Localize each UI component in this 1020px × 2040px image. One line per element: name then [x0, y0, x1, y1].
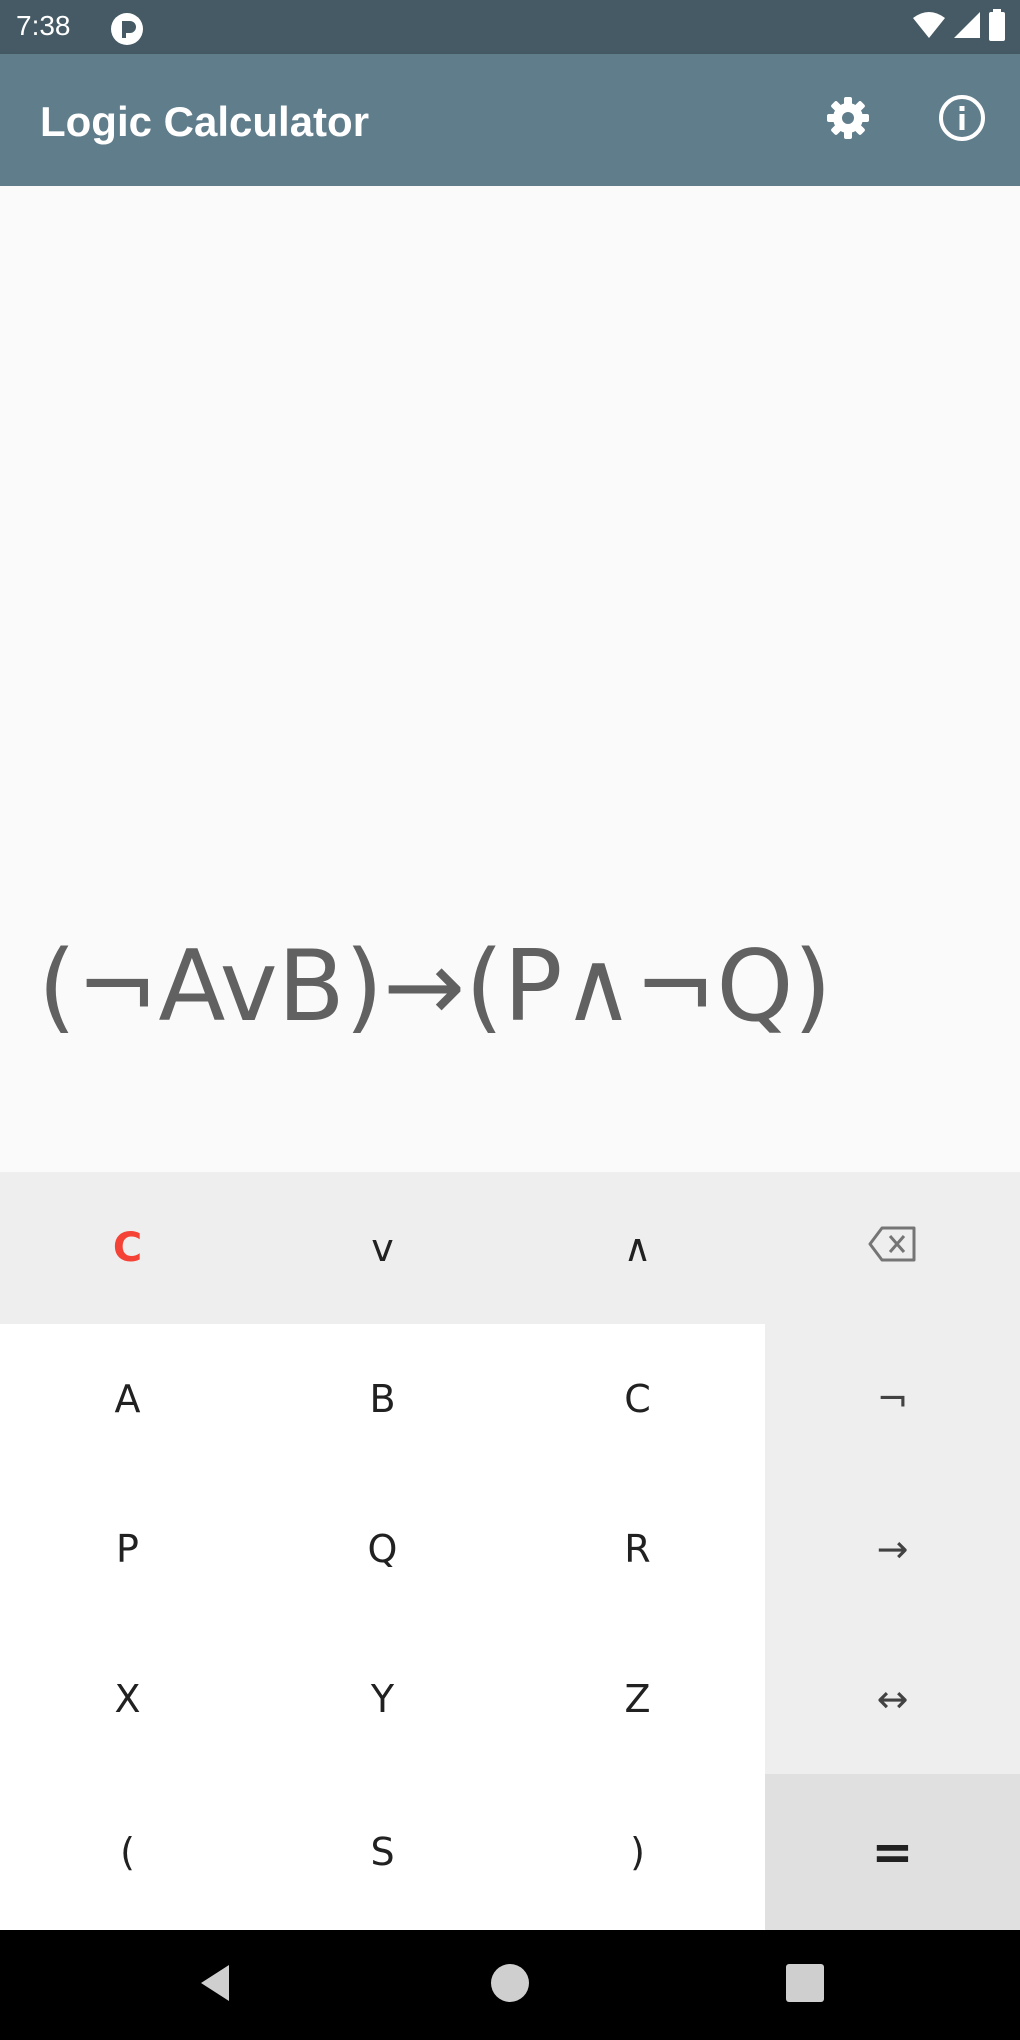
settings-icon	[824, 94, 872, 147]
wifi-icon	[912, 10, 946, 45]
navigation-bar	[0, 1930, 1020, 2040]
app-notification-icon	[110, 12, 144, 46]
back-icon	[193, 1961, 237, 2010]
clear-button[interactable]: C	[0, 1172, 255, 1324]
settings-button[interactable]	[820, 92, 876, 148]
app-title: Logic Calculator	[40, 98, 370, 145]
signal-icon	[952, 10, 982, 45]
recents-button[interactable]	[778, 1958, 832, 2012]
info-button[interactable]	[934, 92, 990, 148]
key-Z[interactable]: Z	[510, 1624, 765, 1774]
key-P[interactable]: P	[0, 1474, 255, 1624]
expression-text: (¬AvB)→(P∧¬Q)	[38, 930, 832, 1044]
key-R[interactable]: R	[510, 1474, 765, 1624]
close-paren-button[interactable]: )	[510, 1774, 765, 1930]
back-button[interactable]	[188, 1958, 242, 2012]
app-bar: Logic Calculator	[0, 54, 1020, 186]
and-button[interactable]: ∧	[510, 1172, 765, 1324]
open-paren-button[interactable]: (	[0, 1774, 255, 1930]
battery-icon	[988, 8, 1006, 46]
home-button[interactable]	[483, 1958, 537, 2012]
key-B[interactable]: B	[255, 1324, 510, 1474]
backspace-button[interactable]	[765, 1172, 1020, 1324]
key-X[interactable]: X	[0, 1624, 255, 1774]
backspace-icon	[868, 1226, 918, 1271]
equals-button[interactable]: =	[765, 1774, 1020, 1930]
status-bar: 7:38	[0, 0, 1020, 54]
implies-button[interactable]: →	[765, 1474, 1020, 1624]
not-button[interactable]: ¬	[765, 1324, 1020, 1474]
key-S[interactable]: S	[255, 1774, 510, 1930]
home-icon	[488, 1961, 532, 2010]
info-icon	[937, 93, 987, 148]
key-C[interactable]: C	[510, 1324, 765, 1474]
keypad: C v ∧ A B C P Q R X Y Z ( S ) ¬ → ↔ =	[0, 1172, 1020, 1930]
recents-icon	[783, 1961, 827, 2010]
iff-button[interactable]: ↔	[765, 1624, 1020, 1774]
key-Y[interactable]: Y	[255, 1624, 510, 1774]
key-Q[interactable]: Q	[255, 1474, 510, 1624]
status-icons	[912, 8, 1006, 46]
or-button[interactable]: v	[255, 1172, 510, 1324]
status-time: 7:38	[16, 10, 71, 41]
key-A[interactable]: A	[0, 1324, 255, 1474]
